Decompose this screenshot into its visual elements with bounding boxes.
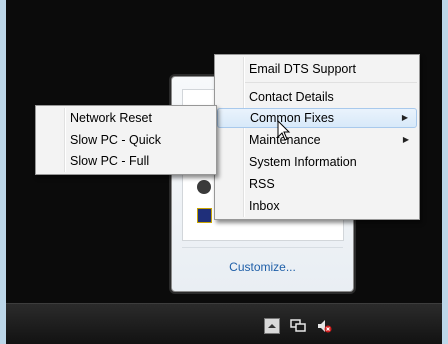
menu-item-email-dts-support[interactable]: Email DTS Support [217, 59, 417, 79]
network-icon[interactable] [290, 318, 306, 334]
menu-item-label: Contact Details [249, 90, 334, 104]
context-menu: Email DTS Support Contact Details Common… [214, 54, 420, 220]
menu-item-maintenance[interactable]: Maintenance ▶ [217, 130, 417, 150]
menu-item-inbox[interactable]: Inbox [217, 196, 417, 216]
menu-item-contact-details[interactable]: Contact Details [217, 87, 417, 107]
submenu-item-slow-pc-quick[interactable]: Slow PC - Quick [38, 130, 214, 150]
menu-item-label: RSS [249, 177, 275, 191]
menu-item-label: System Information [249, 155, 357, 169]
menu-item-label: Inbox [249, 199, 280, 213]
submenu-item-slow-pc-full[interactable]: Slow PC - Full [38, 151, 214, 171]
menu-item-label: Common Fixes [250, 111, 335, 125]
menu-item-label: Network Reset [70, 111, 152, 125]
submenu-item-network-reset[interactable]: Network Reset [38, 108, 214, 128]
menu-item-label: Slow PC - Quick [70, 133, 161, 147]
divider [182, 247, 343, 248]
menu-item-system-information[interactable]: System Information [217, 152, 417, 172]
menu-item-rss[interactable]: RSS [217, 174, 417, 194]
common-fixes-submenu: Network Reset Slow PC - Quick Slow PC - … [35, 105, 217, 175]
menu-item-label: Slow PC - Full [70, 154, 150, 168]
menu-separator [245, 82, 417, 83]
menu-item-common-fixes[interactable]: Common Fixes ▶ [217, 108, 417, 128]
submenu-arrow-icon: ▶ [402, 135, 409, 144]
taskbar [6, 303, 442, 344]
show-hidden-icons-icon[interactable] [264, 318, 280, 334]
submenu-arrow-icon: ▶ [401, 113, 408, 122]
volume-muted-icon[interactable] [316, 318, 332, 334]
customize-link[interactable]: Customize... [172, 260, 353, 274]
tray-app-icon[interactable] [197, 180, 211, 194]
mouse-pointer-icon [277, 120, 291, 141]
dts-tray-icon[interactable] [197, 208, 212, 223]
menu-item-label: Email DTS Support [249, 62, 356, 76]
